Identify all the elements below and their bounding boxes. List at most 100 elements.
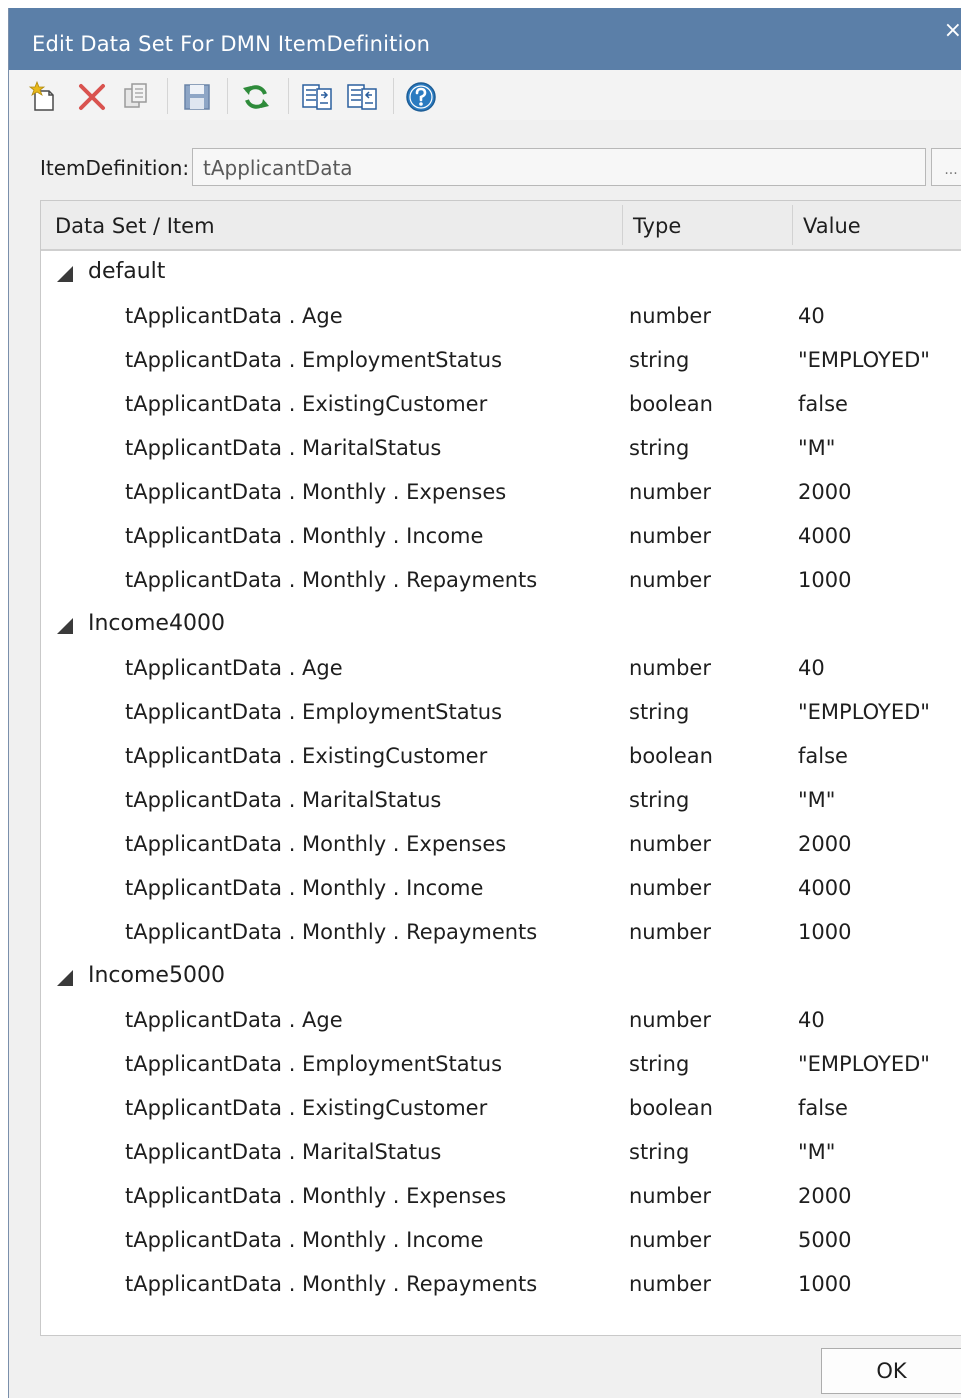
cell-value[interactable]: "M" (798, 1140, 835, 1164)
cell-type: string (629, 700, 690, 724)
table-row[interactable]: tApplicantData . ExistingCustomer boolea… (41, 735, 961, 779)
cell-value[interactable]: "M" (798, 788, 835, 812)
table-row[interactable]: tApplicantData . ExistingCustomer boolea… (41, 1087, 961, 1131)
table-row[interactable]: tApplicantData . EmploymentStatus string… (41, 339, 961, 383)
title-bar[interactable]: Edit Data Set For DMN ItemDefinition × (9, 8, 961, 70)
cell-item: tApplicantData . ExistingCustomer (125, 1096, 488, 1120)
table-row[interactable]: tApplicantData . Age number 40 (41, 295, 961, 339)
cell-item: tApplicantData . Age (125, 656, 343, 680)
table-row[interactable]: tApplicantData . Monthly . Repayments nu… (41, 911, 961, 955)
item-definition-field[interactable]: tApplicantData (192, 148, 926, 186)
cell-type: string (629, 348, 690, 372)
cell-type: string (629, 436, 690, 460)
cell-item: tApplicantData . Monthly . Income (125, 876, 484, 900)
table-row[interactable]: tApplicantData . Monthly . Repayments nu… (41, 1263, 961, 1307)
cell-value[interactable]: 1000 (798, 1272, 851, 1296)
column-header-value[interactable]: Value (803, 201, 861, 249)
cell-item: tApplicantData . Monthly . Repayments (125, 920, 538, 944)
export-icon[interactable] (345, 80, 379, 114)
cell-item: tApplicantData . Monthly . Income (125, 524, 484, 548)
table-row[interactable]: tApplicantData . MaritalStatus string "M… (41, 779, 961, 823)
cell-type: number (629, 1008, 711, 1032)
group-row[interactable]: default (41, 251, 961, 295)
table-row[interactable]: tApplicantData . EmploymentStatus string… (41, 1043, 961, 1087)
table-row[interactable]: tApplicantData . Monthly . Income number… (41, 867, 961, 911)
refresh-icon[interactable] (239, 80, 273, 114)
cell-value[interactable]: false (798, 392, 848, 416)
cell-value[interactable]: 2000 (798, 832, 851, 856)
cell-item: tApplicantData . Monthly . Expenses (125, 480, 507, 504)
cell-item: tApplicantData . ExistingCustomer (125, 744, 488, 768)
group-row[interactable]: Income4000 (41, 603, 961, 647)
toolbar-separator (393, 78, 394, 114)
help-icon[interactable] (404, 80, 438, 114)
dataset-grid[interactable]: Data Set / Item Type Value default tAppl… (40, 200, 961, 1336)
cell-type: number (629, 1272, 711, 1296)
table-row[interactable]: tApplicantData . Monthly . Expenses numb… (41, 471, 961, 515)
cell-type: string (629, 788, 690, 812)
cell-item: tApplicantData . Monthly . Repayments (125, 568, 538, 592)
cell-value[interactable]: 4000 (798, 876, 851, 900)
copy-icon[interactable] (119, 80, 153, 114)
item-definition-label: ItemDefinition: (40, 156, 190, 180)
table-row[interactable]: tApplicantData . ExistingCustomer boolea… (41, 383, 961, 427)
collapse-arrow-icon[interactable] (57, 618, 73, 634)
cell-type: number (629, 480, 711, 504)
cell-value[interactable]: 1000 (798, 568, 851, 592)
toolbar-separator (288, 78, 289, 114)
collapse-arrow-icon[interactable] (57, 266, 73, 282)
column-divider[interactable] (792, 205, 793, 245)
cell-item: tApplicantData . MaritalStatus (125, 436, 442, 460)
column-header-item[interactable]: Data Set / Item (55, 201, 215, 249)
table-row[interactable]: tApplicantData . Age number 40 (41, 999, 961, 1043)
cell-value[interactable]: "EMPLOYED" (798, 700, 930, 724)
table-row[interactable]: tApplicantData . MaritalStatus string "M… (41, 427, 961, 471)
ok-button[interactable]: OK (821, 1348, 961, 1394)
table-row[interactable]: tApplicantData . Monthly . Income number… (41, 1219, 961, 1263)
cell-value[interactable]: "EMPLOYED" (798, 348, 930, 372)
table-row[interactable]: tApplicantData . MaritalStatus string "M… (41, 1131, 961, 1175)
toolbar (9, 70, 961, 120)
cell-type: number (629, 876, 711, 900)
cell-item: tApplicantData . Monthly . Income (125, 1228, 484, 1252)
delete-icon[interactable] (75, 80, 109, 114)
table-row[interactable]: tApplicantData . Age number 40 (41, 647, 961, 691)
cell-value[interactable]: 2000 (798, 480, 851, 504)
cell-value[interactable]: 40 (798, 304, 825, 328)
cell-type: number (629, 920, 711, 944)
cell-value[interactable]: 2000 (798, 1184, 851, 1208)
cell-item: tApplicantData . MaritalStatus (125, 1140, 442, 1164)
table-row[interactable]: tApplicantData . Monthly . Expenses numb… (41, 1175, 961, 1219)
cell-value[interactable]: "M" (798, 436, 835, 460)
cell-type: boolean (629, 392, 713, 416)
cell-type: number (629, 1184, 711, 1208)
edit-dataset-dialog: Edit Data Set For DMN ItemDefinition × I… (8, 8, 961, 1398)
close-icon[interactable]: × (944, 18, 961, 43)
cell-value[interactable]: 1000 (798, 920, 851, 944)
cell-value[interactable]: "EMPLOYED" (798, 1052, 930, 1076)
cell-type: boolean (629, 1096, 713, 1120)
column-divider[interactable] (622, 205, 623, 245)
table-row[interactable]: tApplicantData . Monthly . Repayments nu… (41, 559, 961, 603)
table-row[interactable]: tApplicantData . Monthly . Income number… (41, 515, 961, 559)
table-row[interactable]: tApplicantData . EmploymentStatus string… (41, 691, 961, 735)
collapse-arrow-icon[interactable] (57, 970, 73, 986)
table-row[interactable]: tApplicantData . Monthly . Expenses numb… (41, 823, 961, 867)
cell-type: string (629, 1140, 690, 1164)
cell-value[interactable]: false (798, 1096, 848, 1120)
cell-value[interactable]: 40 (798, 656, 825, 680)
group-row[interactable]: Income5000 (41, 955, 961, 999)
cell-value[interactable]: 4000 (798, 524, 851, 548)
cell-value[interactable]: 5000 (798, 1228, 851, 1252)
cell-type: number (629, 656, 711, 680)
cell-value[interactable]: false (798, 744, 848, 768)
import-icon[interactable] (300, 80, 334, 114)
save-icon[interactable] (180, 80, 214, 114)
cell-value[interactable]: 40 (798, 1008, 825, 1032)
cell-type: number (629, 304, 711, 328)
browse-button[interactable]: ... (931, 148, 961, 186)
column-header-type[interactable]: Type (633, 201, 681, 249)
new-dataset-icon[interactable] (27, 80, 61, 114)
cell-type: number (629, 832, 711, 856)
cell-item: tApplicantData . EmploymentStatus (125, 700, 503, 724)
